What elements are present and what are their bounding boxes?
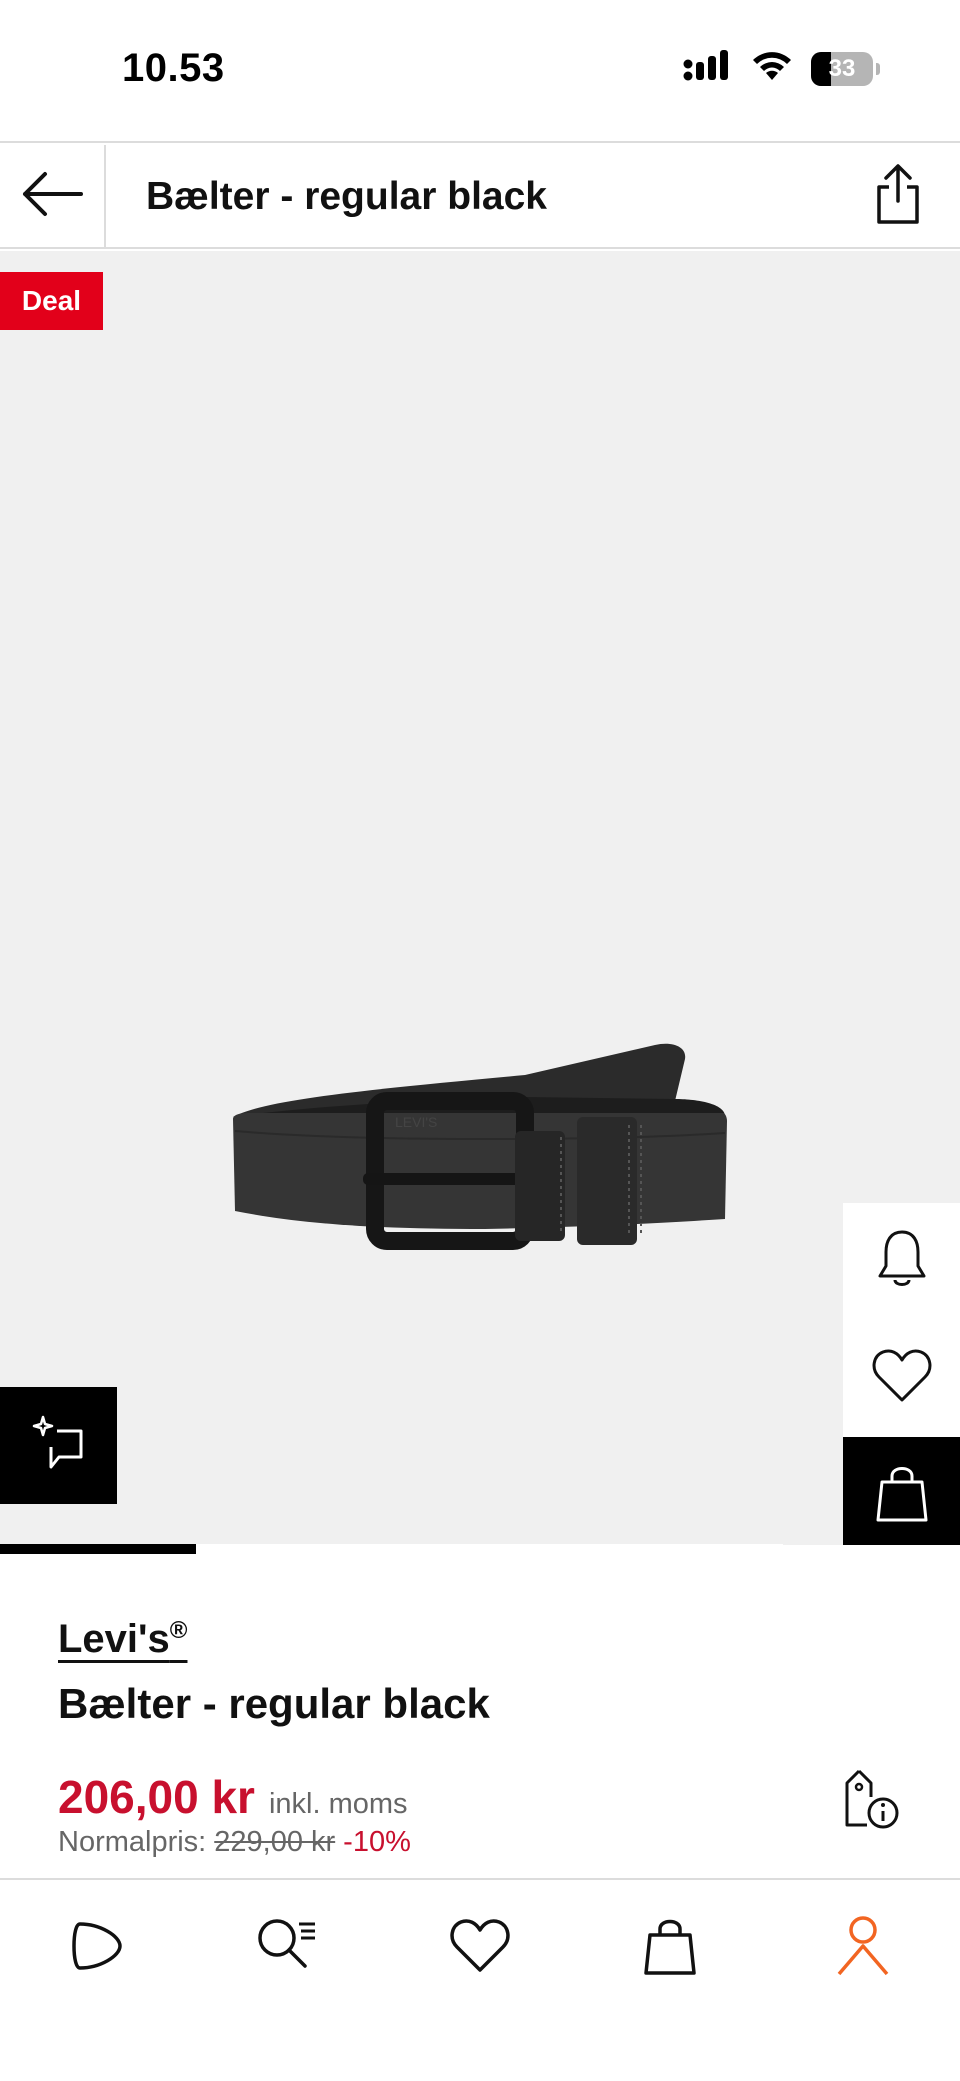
profile-icon <box>835 1914 891 1983</box>
cart-icon <box>644 1915 696 1982</box>
battery-icon: 33 <box>811 51 880 86</box>
belt-embossing: LEVI'S <box>395 1114 437 1130</box>
brand-mark: ® <box>169 1617 188 1644</box>
search-icon <box>255 1916 319 1981</box>
side-actions <box>843 1203 960 1545</box>
status-bar: 10.53 33 <box>0 0 960 143</box>
header: Bælter - regular black <box>0 145 960 249</box>
gallery-progress-fill <box>0 1544 196 1554</box>
brand-link[interactable]: Levi's® <box>58 1617 187 1662</box>
normal-price-label: Normalpris: <box>58 1826 207 1858</box>
notify-button[interactable] <box>843 1203 960 1320</box>
header-title: Bælter - regular black <box>146 175 547 218</box>
current-price: 206,00 kr <box>58 1771 255 1823</box>
product-image[interactable]: LEVI'S <box>225 1041 745 1306</box>
vat-note: inkl. moms <box>268 1788 408 1820</box>
product-gallery[interactable]: Deal LEVI'S <box>0 251 960 1545</box>
tab-home[interactable] <box>58 1908 138 1988</box>
share-button[interactable] <box>866 161 930 231</box>
product-title: Bælter - regular black <box>58 1680 490 1727</box>
price-tag-info-icon <box>841 1767 901 1836</box>
ai-assistant-button[interactable] <box>0 1387 117 1504</box>
bell-icon <box>876 1228 928 1295</box>
status-icons: 33 <box>683 50 880 87</box>
tab-profile[interactable] <box>823 1908 903 1988</box>
back-button[interactable] <box>0 145 106 247</box>
heart-icon <box>871 1348 933 1409</box>
tab-cart[interactable] <box>630 1908 710 1988</box>
arrow-left-icon <box>21 171 83 222</box>
tab-search[interactable] <box>247 1908 327 1988</box>
price-row: 206,00 kr inkl. moms <box>58 1770 408 1824</box>
add-to-bag-button[interactable] <box>843 1437 960 1545</box>
battery-percent: 33 <box>828 54 856 82</box>
normal-price: 229,00 kr <box>214 1826 336 1858</box>
tab-wishlist[interactable] <box>440 1908 520 1988</box>
normal-price-row: Normalpris: 229,00 kr -10% <box>58 1826 411 1859</box>
deal-badge: Deal <box>0 272 103 330</box>
brand-name: Levi's <box>58 1617 170 1661</box>
home-icon <box>70 1918 126 1979</box>
sparkle-chat-icon <box>29 1413 89 1478</box>
tab-bar <box>0 1878 960 2081</box>
status-time: 10.53 <box>122 46 225 90</box>
wishlist-icon <box>449 1918 511 1979</box>
shopping-bag-icon <box>876 1462 928 1529</box>
cellular-signal-icon <box>683 50 733 87</box>
wishlist-button[interactable] <box>843 1320 960 1437</box>
share-icon <box>875 163 921 230</box>
gallery-progress <box>0 1544 783 1554</box>
price-info-button[interactable] <box>836 1766 906 1836</box>
wifi-icon <box>751 51 793 86</box>
discount-percent: -10% <box>343 1826 411 1858</box>
